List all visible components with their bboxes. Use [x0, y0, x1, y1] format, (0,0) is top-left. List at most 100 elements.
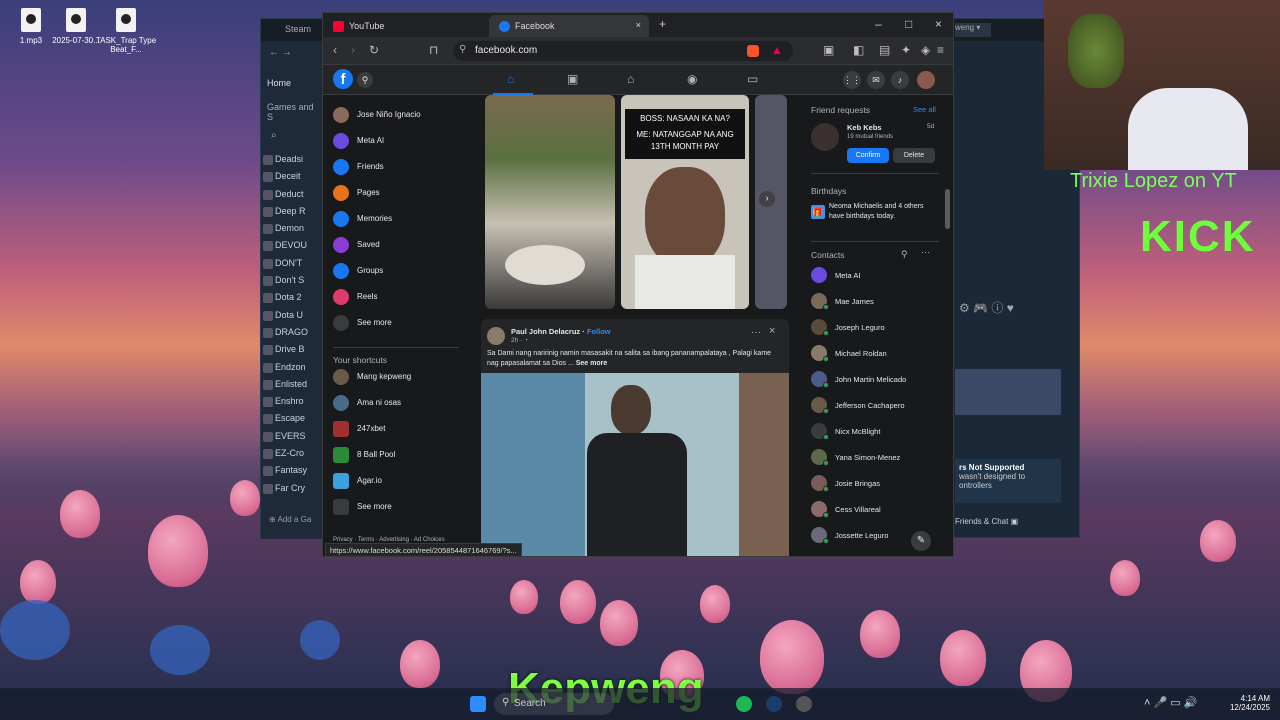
groups-icon[interactable]: ◉	[687, 73, 701, 85]
request-avatar[interactable]	[811, 123, 839, 151]
profile-avatar[interactable]	[917, 71, 935, 89]
steam-game-item[interactable]: EZ-Cro	[261, 445, 323, 462]
extensions-icon[interactable]: ▣	[823, 43, 834, 57]
notifications-icon[interactable]: ♪	[891, 71, 909, 89]
nav-item-4[interactable]: Memories	[333, 207, 463, 233]
start-icon[interactable]	[470, 696, 486, 712]
back-icon[interactable]: ‹	[333, 43, 337, 57]
post-author[interactable]: Paul John Delacruz · Follow	[511, 327, 611, 336]
post-video[interactable]	[481, 373, 789, 556]
steam-game-item[interactable]: EVERS	[261, 428, 323, 445]
steam-user-tag[interactable]: weng ▾	[955, 23, 991, 37]
contact-item[interactable]: Mae James	[811, 291, 941, 317]
nav-item-3[interactable]: Pages	[333, 181, 463, 207]
story-card-1[interactable]	[485, 95, 615, 309]
contact-item[interactable]: Yana Simon-Menez	[811, 447, 941, 473]
nav-item-0[interactable]: Jose Niño Ignacio	[333, 103, 463, 129]
forward-icon[interactable]: ›	[351, 43, 355, 57]
steam-game-item[interactable]: Deadsi	[261, 151, 323, 168]
facebook-logo-icon[interactable]: f	[333, 69, 353, 89]
shortcut-item-5[interactable]: See more	[333, 495, 463, 521]
steam-game-item[interactable]: Far Cry	[261, 480, 323, 497]
nav-item-5[interactable]: Saved	[333, 233, 463, 259]
steam-games-filter[interactable]: Games and S	[261, 88, 323, 128]
story-card-2[interactable]: BOSS: NASAAN KA NA? ME: NATANGGAP NA ANG …	[621, 95, 749, 309]
steam-game-item[interactable]: Enlisted	[261, 376, 323, 393]
contacts-more-icon[interactable]: ···	[921, 247, 930, 257]
taskbar-search[interactable]: ⚲ Search	[494, 693, 614, 715]
contact-item[interactable]: Cess Villareal	[811, 499, 941, 525]
spotify-icon[interactable]	[736, 696, 752, 712]
shortcut-item-1[interactable]: Ama ni osas	[333, 391, 463, 417]
site-info-icon[interactable]: ⚲	[459, 44, 466, 55]
contact-item[interactable]: Jefferson Cachapero	[811, 395, 941, 421]
clock[interactable]: 4:14 AM 12/24/2025	[1226, 694, 1270, 712]
story-next-icon[interactable]: ›	[759, 191, 775, 207]
nav-item-2[interactable]: Friends	[333, 155, 463, 181]
steam-game-item[interactable]: Deduct	[261, 186, 323, 203]
confirm-button[interactable]: Confirm	[847, 148, 889, 163]
shortcut-item-4[interactable]: Agar.io	[333, 469, 463, 495]
desktop-icon-3[interactable]: TASK_Trap Type Beat_F...	[95, 8, 157, 54]
gaming-icon[interactable]: ▭	[747, 73, 761, 85]
close-icon[interactable]: ×	[935, 17, 942, 31]
steam-game-item[interactable]: Demon	[261, 220, 323, 237]
new-message-icon[interactable]: ✎	[911, 531, 931, 551]
minimize-icon[interactable]: –	[875, 17, 882, 31]
steam-game-item[interactable]: Drive B	[261, 341, 323, 358]
steam-game-item[interactable]: Fantasy	[261, 462, 323, 479]
contact-item[interactable]: Josie Bringas	[811, 473, 941, 499]
steam-game-item[interactable]: Dota 2	[261, 289, 323, 306]
contact-item[interactable]: Joseph Leguro	[811, 317, 941, 343]
url-input[interactable]: ⚲ facebook.com	[453, 41, 793, 61]
steam-game-item[interactable]: DRAGO	[261, 324, 323, 341]
steam-game-item[interactable]: Endzon	[261, 359, 323, 376]
nav-item-7[interactable]: Reels	[333, 285, 463, 311]
fb-search-icon[interactable]: ⚲	[357, 72, 373, 88]
contact-item[interactable]: Nicx McBlight	[811, 421, 941, 447]
contact-item[interactable]: Meta AI	[811, 265, 941, 291]
wallet-icon[interactable]: ▤	[879, 43, 890, 57]
post-more-icon[interactable]: ···	[751, 327, 761, 338]
home-icon[interactable]: ⌂	[507, 73, 521, 85]
post-close-icon[interactable]: ×	[769, 325, 775, 337]
menu-grid-icon[interactable]: ⋮⋮	[843, 71, 861, 89]
brave-rewards-icon[interactable]: ▲	[771, 43, 783, 57]
tab-facebook[interactable]: Facebook ×	[489, 15, 649, 37]
sidebar-icon[interactable]: ◧	[853, 43, 864, 57]
steam-game-item[interactable]: Deep R	[261, 203, 323, 220]
steam-game-item[interactable]: Escape	[261, 410, 323, 427]
steam-game-item[interactable]: Deceit	[261, 168, 323, 185]
steam-game-item[interactable]: DON'T	[261, 255, 323, 272]
maximize-icon[interactable]: □	[905, 17, 912, 31]
post-author-avatar[interactable]	[487, 327, 505, 345]
shortcut-item-0[interactable]: Mang kepweng	[333, 365, 463, 391]
steam-game-item[interactable]: DEVOU	[261, 237, 323, 254]
reload-icon[interactable]: ↻	[369, 43, 379, 57]
scrollbar-thumb[interactable]	[945, 189, 950, 229]
see-all-link[interactable]: See all	[913, 105, 936, 114]
steam-controller-icons[interactable]: ⚙ 🎮 ⓘ ♥	[959, 299, 1069, 321]
messenger-icon[interactable]: ✉	[867, 71, 885, 89]
app-icon[interactable]	[796, 696, 812, 712]
brave-shield-icon[interactable]	[747, 45, 759, 57]
new-tab-icon[interactable]: +	[659, 17, 666, 31]
shortcut-item-2[interactable]: 247xbet	[333, 417, 463, 443]
leo-ai-icon[interactable]: ✦	[901, 43, 911, 57]
steam-search-icon[interactable]: ⌕	[261, 128, 323, 151]
steam-home-link[interactable]: Home	[261, 64, 323, 88]
steam-game-item[interactable]: Don't S	[261, 272, 323, 289]
follow-link[interactable]: Follow	[587, 327, 611, 336]
bookmark-icon[interactable]: ⊓	[429, 43, 438, 57]
marketplace-icon[interactable]: ⌂	[627, 73, 641, 85]
delete-button[interactable]: Delete	[893, 148, 935, 163]
steam-back-icon[interactable]: ← →	[261, 41, 323, 64]
birthdays-text[interactable]: Neoma Michaelis and 4 others have birthd…	[829, 202, 937, 222]
add-game-button[interactable]: ⊕ Add a Ga	[269, 515, 311, 524]
steam-game-item[interactable]: Dota U	[261, 307, 323, 324]
close-tab-icon[interactable]: ×	[636, 20, 641, 30]
shortcut-item-3[interactable]: 8 Ball Pool	[333, 443, 463, 469]
contacts-search-icon[interactable]: ⚲	[901, 249, 908, 260]
contact-item[interactable]: Michael Roldan	[811, 343, 941, 369]
contact-item[interactable]: John Martin Melicado	[811, 369, 941, 395]
